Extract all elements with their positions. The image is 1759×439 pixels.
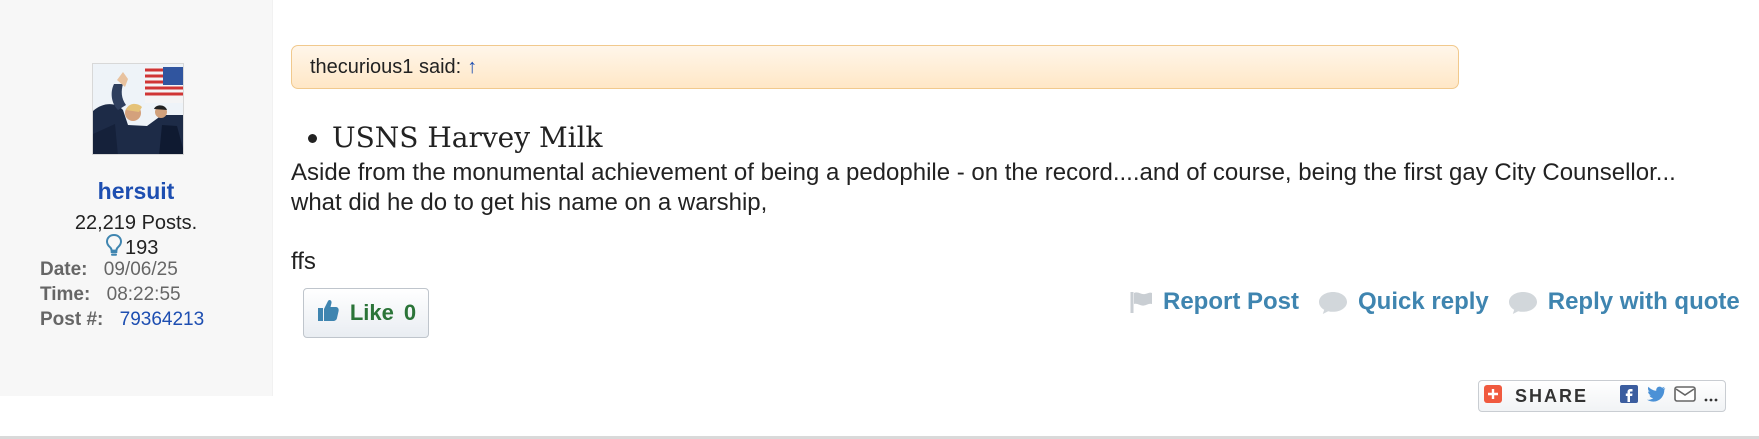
like-button[interactable]: Like 0 (303, 288, 429, 338)
report-post-button[interactable]: Report Post (1128, 288, 1299, 316)
more-icon (1704, 386, 1718, 407)
share-plus-icon (1484, 384, 1502, 408)
forum-post: hersuit 22,219 Posts. 193 Date: 09/06/25… (0, 0, 1759, 439)
quoted-bullet-list: USNS Harvey Milk (292, 121, 603, 155)
post-date: Date: 09/06/25 (40, 259, 178, 281)
post-number-link[interactable]: 79364213 (120, 309, 205, 330)
quick-reply-label: Quick reply (1358, 288, 1489, 315)
post-number: Post #: 79364213 (40, 309, 204, 331)
speech-bubble-icon (1507, 290, 1539, 315)
quote-source-arrow[interactable]: ↑ (467, 56, 477, 78)
post-content: thecurious1 said:↑ USNS Harvey Milk Asid… (272, 0, 1759, 439)
user-sidebar: hersuit 22,219 Posts. 193 Date: 09/06/25… (0, 0, 273, 396)
date-value: 09/06/25 (103, 259, 178, 280)
time-label: Time: (40, 284, 91, 305)
post-actions: Report Post Quick reply Reply with quote (1128, 288, 1758, 316)
reply-with-quote-button[interactable]: Reply with quote (1507, 288, 1740, 316)
posts-count: 22,219 Posts. (74, 212, 198, 234)
quick-reply-button[interactable]: Quick reply (1317, 288, 1489, 316)
post-time: Time: 08:22:55 (40, 284, 181, 306)
avatar-photo (93, 64, 183, 154)
speech-bubble-icon (1317, 290, 1349, 315)
like-label: Like (349, 300, 394, 325)
post-body: Aside from the monumental achievement of… (291, 159, 1676, 216)
reply-with-quote-label: Reply with quote (1547, 288, 1740, 315)
reputation: 193 (105, 233, 159, 260)
quote-header: thecurious1 said: ↑ (291, 45, 1459, 89)
avatar[interactable] (92, 63, 184, 155)
share-label: SHARE (1515, 385, 1589, 406)
quote-author: thecurious1 said: (310, 56, 462, 78)
flag-icon (1128, 290, 1154, 314)
facebook-icon (1620, 384, 1639, 408)
thumbs-up-icon (316, 297, 340, 329)
like-count: 0 (403, 300, 417, 325)
share-button[interactable]: SHARE (1478, 380, 1726, 412)
bullet-item: USNS Harvey Milk (332, 121, 603, 155)
username-link[interactable]: hersuit (0, 178, 272, 205)
report-post-label: Report Post (1163, 288, 1300, 315)
post-closing: ffs (291, 248, 316, 275)
twitter-icon (1646, 385, 1666, 408)
date-label: Date: (40, 259, 88, 280)
reputation-count: 193 (125, 236, 159, 259)
time-value: 08:22:55 (106, 284, 181, 305)
email-icon (1674, 385, 1696, 408)
post-number-label: Post #: (40, 309, 104, 330)
